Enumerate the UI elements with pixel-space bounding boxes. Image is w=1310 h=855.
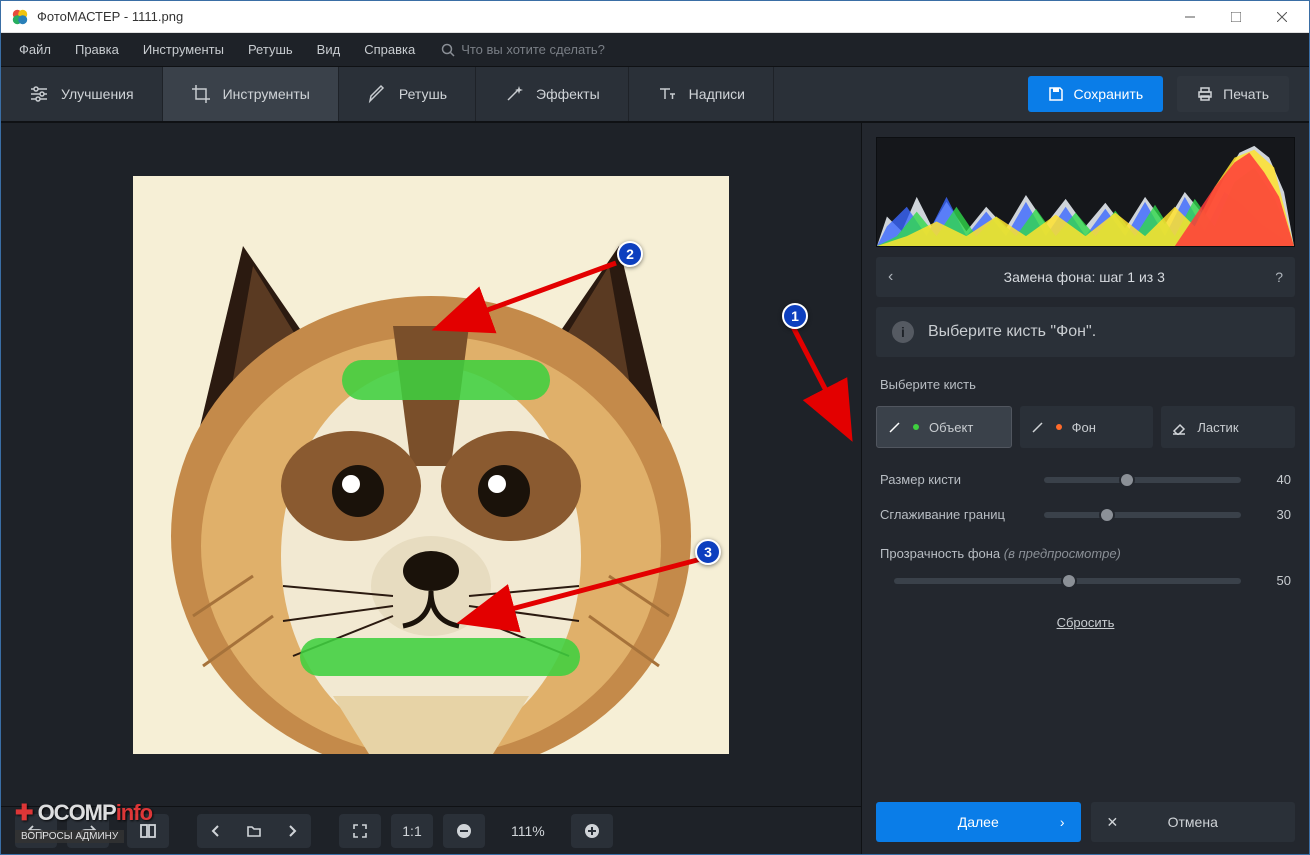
histogram (876, 137, 1295, 247)
zoom-out-button[interactable] (443, 814, 485, 848)
chevron-right-icon: › (1060, 814, 1065, 830)
nav-next-button[interactable] (273, 814, 311, 848)
tab-tools[interactable]: Инструменты (163, 67, 339, 121)
fit-screen-button[interactable] (339, 814, 381, 848)
titlebar: ФотоМАСТЕР - 1111.png (1, 1, 1309, 33)
zoom-percent: 111% (495, 823, 561, 839)
menu-tools[interactable]: Инструменты (131, 36, 236, 63)
brush-eraser-label: Ластик (1197, 420, 1238, 435)
brush-eraser-button[interactable]: Ластик (1161, 406, 1295, 448)
brush-size-slider[interactable] (1044, 477, 1241, 483)
next-label: Далее (958, 814, 999, 830)
watermark: ✚ OCOMPinfo ВОПРОСЫ АДМИНУ (15, 800, 152, 844)
tab-retouch-label: Ретушь (399, 86, 447, 102)
open-folder-button[interactable] (235, 814, 273, 848)
nav-prev-button[interactable] (197, 814, 235, 848)
close-icon: ✕ (1107, 814, 1119, 831)
eraser-icon (1171, 419, 1187, 435)
menubar: Файл Правка Инструменты Ретушь Вид Справ… (1, 33, 1309, 67)
step-help-button[interactable]: ? (1275, 269, 1283, 285)
hint-text: Выберите кисть "Фон". (928, 323, 1096, 341)
menu-file[interactable]: Файл (7, 36, 63, 63)
menubar-search[interactable] (441, 42, 681, 57)
annotation-badge-1: 1 (782, 303, 808, 329)
save-button[interactable]: Сохранить (1028, 76, 1164, 112)
app-logo-icon (11, 8, 29, 26)
smoothing-label: Сглаживание границ (880, 507, 1030, 522)
reset-link[interactable]: Сбросить (1057, 615, 1115, 630)
brush-section-label: Выберите кисть (880, 377, 1291, 392)
tab-text[interactable]: Надписи (629, 67, 774, 121)
brush-object-dot-icon (913, 424, 919, 430)
window-close-button[interactable] (1259, 1, 1305, 33)
brush-bg-dot-icon (1056, 424, 1062, 430)
panel-step-header: ‹ Замена фона: шаг 1 из 3 ? (876, 257, 1295, 297)
print-icon (1197, 86, 1213, 102)
crop-icon (191, 84, 211, 104)
menu-help[interactable]: Справка (352, 36, 427, 63)
brush-size-value: 40 (1255, 472, 1291, 487)
step-back-button[interactable]: ‹ (888, 268, 893, 286)
hint-box: i Выберите кисть "Фон". (876, 307, 1295, 357)
opacity-label: Прозрачность фона (в предпросмотре) (880, 546, 1291, 561)
step-title: Замена фона: шаг 1 из 3 (905, 269, 1263, 285)
tab-effects-label: Эффекты (536, 86, 600, 102)
object-stroke-2 (300, 638, 580, 676)
cancel-label: Отмена (1168, 814, 1218, 830)
brush-size-label: Размер кисти (880, 472, 1030, 487)
brush-bg-button[interactable]: Фон (1020, 406, 1154, 448)
tab-improve[interactable]: Улучшения (1, 67, 163, 121)
tool-tabs: Улучшения Инструменты Ретушь Эффекты Над… (1, 67, 1309, 123)
canvas-viewport[interactable]: 1 2 3 (1, 123, 861, 806)
window-minimize-button[interactable] (1167, 1, 1213, 33)
brush-bg-icon (1030, 419, 1046, 435)
opacity-slider[interactable] (894, 578, 1241, 584)
opacity-value: 50 (1255, 573, 1291, 588)
sliders-icon (29, 84, 49, 104)
cancel-button[interactable]: ✕ Отмена (1091, 802, 1296, 842)
annotation-badge-3: 3 (695, 539, 721, 565)
annotation-badge-2: 2 (617, 241, 643, 267)
side-panel: ‹ Замена фона: шаг 1 из 3 ? i Выберите к… (861, 123, 1309, 854)
tab-improve-label: Улучшения (61, 86, 134, 102)
window-maximize-button[interactable] (1213, 1, 1259, 33)
menu-view[interactable]: Вид (305, 36, 353, 63)
tab-text-label: Надписи (689, 86, 745, 102)
next-button[interactable]: Далее › (876, 802, 1081, 842)
zoom-in-button[interactable] (571, 814, 613, 848)
search-input[interactable] (461, 42, 681, 57)
brush-object-icon (887, 419, 903, 435)
brush-object-label: Объект (929, 420, 973, 435)
tab-effects[interactable]: Эффекты (476, 67, 629, 121)
brush-bg-label: Фон (1072, 420, 1096, 435)
info-icon: i (892, 321, 914, 343)
text-icon (657, 84, 677, 104)
print-button[interactable]: Печать (1177, 76, 1289, 112)
save-icon (1048, 86, 1064, 102)
tab-tools-label: Инструменты (223, 86, 310, 102)
smoothing-value: 30 (1255, 507, 1291, 522)
menu-retouch[interactable]: Ретушь (236, 36, 305, 63)
menu-edit[interactable]: Правка (63, 36, 131, 63)
object-stroke-1 (342, 360, 551, 400)
zoom-actual-button[interactable]: 1:1 (391, 814, 433, 848)
wand-icon (504, 84, 524, 104)
window-title: ФотоМАСТЕР - 1111.png (37, 9, 1167, 24)
brush-icon (367, 84, 387, 104)
smoothing-slider[interactable] (1044, 512, 1241, 518)
save-label: Сохранить (1074, 86, 1144, 102)
print-label: Печать (1223, 86, 1269, 102)
search-icon (441, 43, 455, 57)
brush-object-button[interactable]: Объект (876, 406, 1012, 448)
tab-retouch[interactable]: Ретушь (339, 67, 476, 121)
